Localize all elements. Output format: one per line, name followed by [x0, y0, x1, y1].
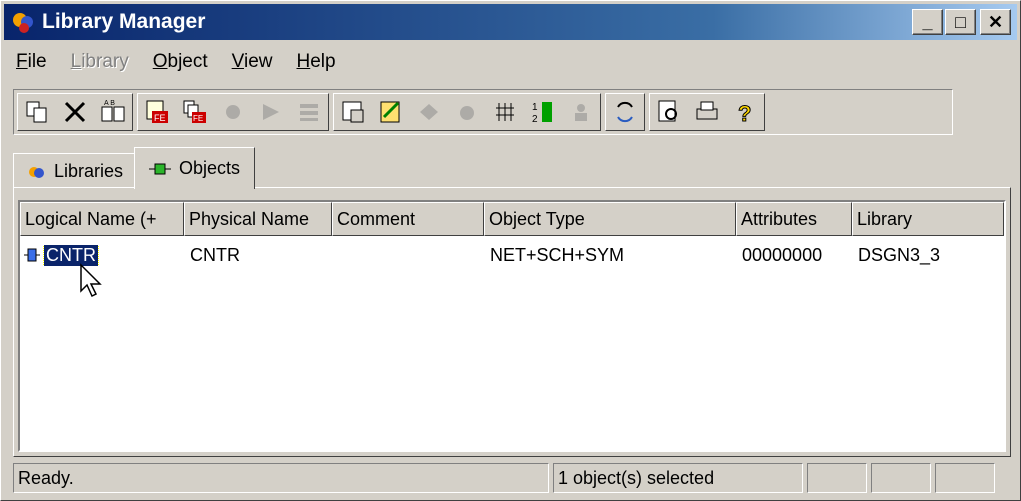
edit-icon[interactable]	[372, 94, 410, 130]
title-bar[interactable]: Library Manager _ □ ✕	[4, 4, 1017, 40]
toolbar: A B FE FE 12 ?	[13, 89, 953, 135]
maximize-icon: □	[955, 11, 966, 32]
svg-text:FE: FE	[154, 113, 166, 123]
package-icon[interactable]	[410, 94, 448, 130]
tab-libraries[interactable]: Libraries	[13, 153, 137, 189]
table-row[interactable]: CNTR CNTR NET+SCH+SYM 00000000 DSGN3_3	[20, 240, 1004, 270]
cell-object-type: NET+SCH+SYM	[490, 244, 625, 265]
col-logical-name[interactable]: Logical Name (+	[20, 202, 184, 236]
status-text: Ready.	[13, 463, 549, 493]
properties-icon[interactable]	[334, 94, 372, 130]
rename-icon[interactable]: A B	[94, 94, 132, 130]
mouse-cursor-icon	[80, 263, 102, 298]
tab-objects[interactable]: Objects	[134, 147, 256, 189]
status-selection: 1 object(s) selected	[553, 463, 803, 493]
col-object-type[interactable]: Object Type	[484, 202, 736, 236]
delete-icon[interactable]	[56, 94, 94, 130]
svg-text:?: ?	[738, 101, 751, 125]
cell-physical-name: CNTR	[190, 244, 240, 265]
objects-panel: Logical Name (+ Physical Name Comment Ob…	[13, 187, 1011, 457]
tab-strip: Libraries Objects	[13, 147, 256, 189]
menu-help[interactable]: Help	[285, 51, 348, 73]
objects-list[interactable]: Logical Name (+ Physical Name Comment Ob…	[18, 200, 1006, 452]
svg-text:1: 1	[532, 102, 538, 113]
object-icon	[24, 248, 40, 262]
app-icon	[13, 13, 33, 33]
user-icon[interactable]	[562, 94, 600, 130]
col-comment[interactable]: Comment	[332, 202, 484, 236]
menu-bar: File Library Object View Help	[4, 45, 348, 79]
cell-library: DSGN3_3	[858, 244, 941, 265]
refresh-icon[interactable]	[606, 94, 644, 130]
menu-view[interactable]: View	[220, 51, 285, 73]
col-physical-name[interactable]: Physical Name	[184, 202, 332, 236]
objects-icon	[149, 163, 172, 174]
fe-icon[interactable]: FE	[138, 94, 176, 130]
pin-icon[interactable]	[448, 94, 486, 130]
close-icon: ✕	[987, 11, 1004, 32]
svg-text:2: 2	[532, 114, 538, 125]
arrow-icon[interactable]	[252, 94, 290, 130]
status-panel-3	[807, 463, 867, 493]
help-icon[interactable]: ?	[726, 94, 764, 130]
sort-icon[interactable]: 12	[524, 94, 562, 130]
bug-icon[interactable]	[214, 94, 252, 130]
tab-libraries-label: Libraries	[54, 161, 124, 181]
library-manager-window: Library Manager _ □ ✕ File Library Objec…	[0, 0, 1021, 501]
minimize-icon: _	[922, 11, 933, 32]
col-library[interactable]: Library	[852, 202, 1004, 236]
menu-object[interactable]: Object	[141, 51, 220, 73]
status-bar: Ready. 1 object(s) selected	[13, 463, 1019, 493]
close-button[interactable]: ✕	[980, 9, 1011, 35]
status-panel-5	[935, 463, 995, 493]
menu-library[interactable]: Library	[59, 51, 141, 73]
grid-icon[interactable]	[486, 94, 524, 130]
maximize-button[interactable]: □	[945, 9, 976, 35]
col-attributes[interactable]: Attributes	[736, 202, 852, 236]
window-title: Library Manager	[42, 10, 206, 33]
svg-text:A B: A B	[104, 100, 115, 107]
gradient-icon[interactable]	[290, 94, 328, 130]
copy-fe-icon[interactable]: FE	[176, 94, 214, 130]
copy-icon[interactable]	[18, 94, 56, 130]
minimize-button[interactable]: _	[912, 9, 943, 35]
libraries-icon	[29, 166, 44, 178]
list-headers: Logical Name (+ Physical Name Comment Ob…	[20, 202, 1004, 236]
tab-objects-label: Objects	[179, 158, 241, 178]
status-panel-4	[871, 463, 931, 493]
print-icon[interactable]	[688, 94, 726, 130]
menu-file[interactable]: File	[4, 51, 59, 73]
preview-icon[interactable]	[650, 94, 688, 130]
svg-text:FE: FE	[193, 114, 203, 123]
cell-attributes: 00000000	[742, 244, 823, 265]
